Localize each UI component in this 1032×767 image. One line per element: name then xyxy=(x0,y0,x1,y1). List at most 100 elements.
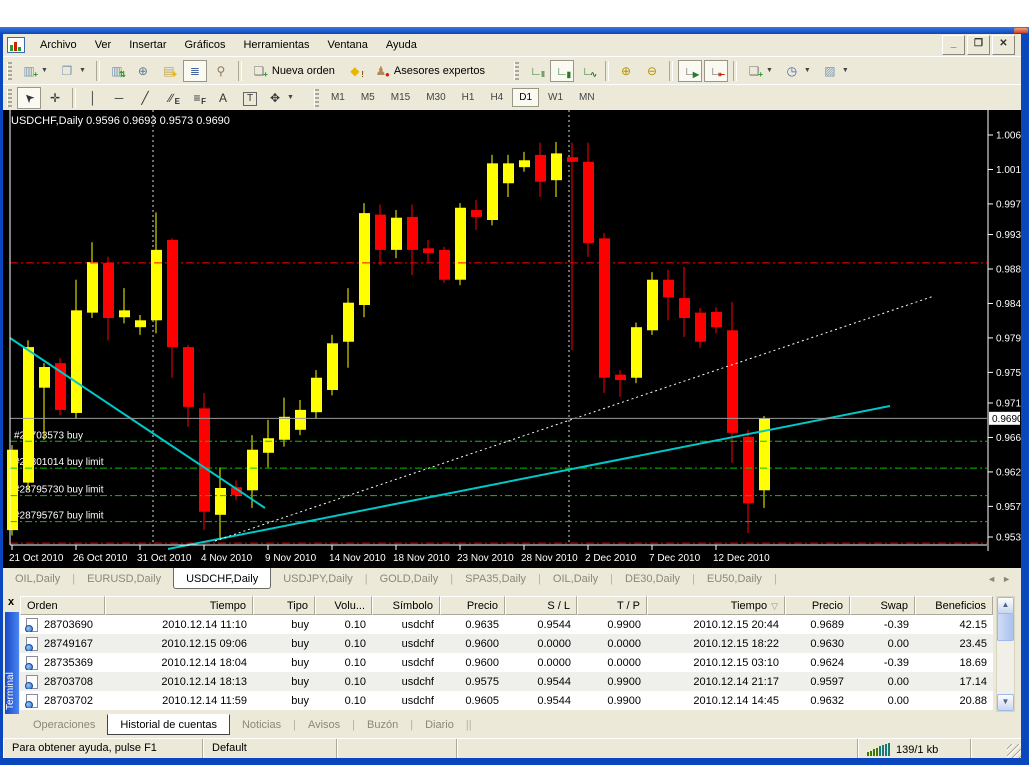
chart-bars-button[interactable]: ∟‖ xyxy=(524,60,548,82)
timeframe-d1[interactable]: D1 xyxy=(512,88,539,107)
menu-ventana[interactable]: Ventana xyxy=(319,36,377,54)
column-header-tiempo[interactable]: Tiempo▽ xyxy=(647,596,785,615)
column-header-tiempo[interactable]: Tiempo xyxy=(105,596,253,615)
new-chart-button[interactable]: ▥+▼ xyxy=(17,60,53,82)
chart-candles-button[interactable]: ∟▮ xyxy=(550,60,574,82)
tab-scroll-left-icon[interactable]: ◄ xyxy=(987,574,996,584)
trendline-button[interactable]: ╱ xyxy=(133,87,157,109)
table-row[interactable]: 287491672010.12.15 09:06buy0.10usdchf0.9… xyxy=(20,634,993,653)
indicators-button[interactable]: ❏+▼ xyxy=(742,60,778,82)
terminal-button[interactable]: ≣ xyxy=(183,60,207,82)
tab-scroll-right-icon[interactable]: ► xyxy=(1002,574,1011,584)
column-header-orden[interactable]: Orden xyxy=(20,596,105,615)
chevron-down-icon[interactable]: ▼ xyxy=(841,67,850,74)
chevron-down-icon[interactable]: ▼ xyxy=(40,67,49,74)
toolbar-handle[interactable] xyxy=(7,62,12,80)
fibonacci-button[interactable]: ≡F xyxy=(185,87,209,109)
menu-ver[interactable]: Ver xyxy=(86,36,121,54)
chart-close-button[interactable]: ✕ xyxy=(992,35,1015,55)
column-header-sl[interactable]: S / L xyxy=(505,596,577,615)
resize-grip[interactable] xyxy=(1007,744,1021,758)
chart-tab-usdchf[interactable]: USDCHF,Daily xyxy=(173,568,271,589)
timeframe-m15[interactable]: M15 xyxy=(384,88,417,107)
timeframe-w1[interactable]: W1 xyxy=(541,88,570,107)
chart-tab-usdjpy[interactable]: USDJPY,Daily xyxy=(271,570,365,588)
menu-archivo[interactable]: Archivo xyxy=(31,36,86,54)
timeframe-m1[interactable]: M1 xyxy=(324,88,352,107)
terminal-tab-historial-de-cuentas[interactable]: Historial de cuentas xyxy=(107,714,230,735)
column-header-beneficios[interactable]: Beneficios xyxy=(915,596,993,615)
text-button[interactable]: A xyxy=(211,87,235,109)
menu-graficos[interactable]: Gráficos xyxy=(176,36,235,54)
chart-area[interactable]: #28703573 buy#28801014 buy limit#2879573… xyxy=(3,110,1021,568)
column-header-precio[interactable]: Precio xyxy=(785,596,850,615)
chart-tab-eu50[interactable]: EU50,Daily xyxy=(695,570,774,588)
toolbar-handle[interactable] xyxy=(514,62,519,80)
column-header-swap[interactable]: Swap xyxy=(850,596,915,615)
data-window-button[interactable]: ⊕ xyxy=(131,60,155,82)
chart-restore-button[interactable]: ❐ xyxy=(967,35,990,55)
terminal-tab-avisos[interactable]: Avisos xyxy=(296,716,352,734)
history-table-scrollbar[interactable]: ▲ ▼ xyxy=(996,596,1015,712)
timeframe-m30[interactable]: M30 xyxy=(419,88,452,107)
table-row[interactable]: 287036902010.12.14 11:10buy0.10usdchf0.9… xyxy=(20,615,993,634)
main-close-icon[interactable] xyxy=(1014,28,1028,33)
menu-ayuda[interactable]: Ayuda xyxy=(377,36,426,54)
zoom-out-button[interactable]: ⊖ xyxy=(640,60,664,82)
chart-tab-oil-2[interactable]: OIL,Daily xyxy=(541,570,610,588)
column-header-volu[interactable]: Volu... xyxy=(315,596,372,615)
horizontal-line-button[interactable]: ─ xyxy=(107,87,131,109)
scroll-up-icon[interactable]: ▲ xyxy=(997,597,1014,614)
chart-tab-oil[interactable]: OIL,Daily xyxy=(3,570,72,588)
templates-button[interactable]: ▨▼ xyxy=(818,60,854,82)
terminal-tab-operaciones[interactable]: Operaciones xyxy=(21,716,107,734)
chevron-down-icon[interactable]: ▼ xyxy=(286,94,295,101)
text-label-button[interactable]: T xyxy=(237,87,261,109)
column-header-precio[interactable]: Precio xyxy=(440,596,505,615)
scrollbar-thumb[interactable] xyxy=(997,613,1014,641)
chevron-down-icon[interactable]: ▼ xyxy=(765,67,774,74)
new-order-button[interactable]: ❏+Nueva orden xyxy=(247,60,341,82)
expert-advisors-button[interactable]: ♟●Asesores expertos xyxy=(369,60,491,82)
chart-shift-button[interactable]: ∟⇤ xyxy=(704,60,728,82)
menu-insertar[interactable]: Insertar xyxy=(120,36,175,54)
equidistant-channel-button[interactable]: ∕∕E xyxy=(159,87,183,109)
profiles-button[interactable]: ❐▼ xyxy=(55,60,91,82)
timeframe-h4[interactable]: H4 xyxy=(483,88,510,107)
column-header-tp[interactable]: T / P xyxy=(577,596,647,615)
chart-tab-de30[interactable]: DE30,Daily xyxy=(613,570,692,588)
column-header-smbolo[interactable]: Símbolo xyxy=(372,596,440,615)
table-row[interactable]: 287353692010.12.14 18:04buy0.10usdchf0.9… xyxy=(20,653,993,672)
vertical-line-button[interactable]: │ xyxy=(81,87,105,109)
table-row[interactable]: 287037022010.12.14 11:59buy0.10usdchf0.9… xyxy=(20,691,993,710)
crosshair-button[interactable]: ✛ xyxy=(43,87,67,109)
timeframe-m5[interactable]: M5 xyxy=(354,88,382,107)
chevron-down-icon[interactable]: ▼ xyxy=(803,67,812,74)
chart-tab-spa35[interactable]: SPA35,Daily xyxy=(453,570,538,588)
strategy-tester-button[interactable]: ⚲ xyxy=(209,60,233,82)
chart-line-button[interactable]: ∟∿ xyxy=(576,60,600,82)
chart-tab-gold[interactable]: GOLD,Daily xyxy=(368,570,451,588)
chart-tab-eurusd[interactable]: EURUSD,Daily xyxy=(75,570,173,588)
terminal-tab-diario[interactable]: Diario xyxy=(413,716,466,734)
toolbar-handle[interactable] xyxy=(314,89,319,107)
navigator-button[interactable]: ▤✦ xyxy=(157,60,181,82)
table-row[interactable]: 287037082010.12.14 18:13buy0.10usdchf0.9… xyxy=(20,672,993,691)
toolbar-handle[interactable] xyxy=(7,89,12,107)
menu-herramientas[interactable]: Herramientas xyxy=(234,36,318,54)
timeframe-h1[interactable]: H1 xyxy=(455,88,482,107)
auto-scroll-button[interactable]: ∟▶ xyxy=(678,60,702,82)
timeframe-mn[interactable]: MN xyxy=(572,88,602,107)
metaeditor-button[interactable]: ◆! xyxy=(343,60,367,82)
market-watch-button[interactable]: ▥⇅ xyxy=(105,60,129,82)
periods-button[interactable]: ◷▼ xyxy=(780,60,816,82)
chevron-down-icon[interactable]: ▼ xyxy=(78,67,87,74)
column-header-tipo[interactable]: Tipo xyxy=(253,596,315,615)
terminal-tab-noticias[interactable]: Noticias xyxy=(230,716,293,734)
terminal-close-icon[interactable]: x xyxy=(5,596,17,609)
scroll-down-icon[interactable]: ▼ xyxy=(997,694,1014,711)
zoom-in-button[interactable]: ⊕ xyxy=(614,60,638,82)
chart-minimize-button[interactable]: _ xyxy=(942,35,965,55)
pointer-button[interactable]: ➤ xyxy=(17,87,41,109)
arrow-tools-button[interactable]: ✥▼ xyxy=(263,87,299,109)
